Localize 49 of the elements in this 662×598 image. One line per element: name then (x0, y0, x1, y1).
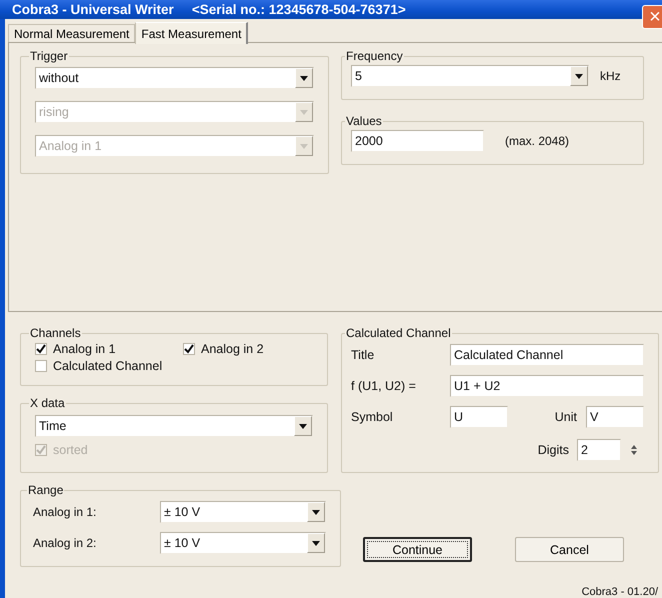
max-hint: (max. 2048) (505, 134, 570, 148)
arrow-button[interactable] (294, 416, 312, 436)
arrow-button[interactable] (570, 66, 588, 86)
field-label: Title (351, 348, 376, 362)
arrow-button[interactable] (307, 533, 325, 553)
version-label: Cobra3 - 01.20/ (582, 586, 658, 598)
arrow-button[interactable] (295, 68, 313, 88)
dropdown[interactable]: ± 10 V (160, 532, 326, 554)
input-field[interactable]: U1 + U2 (450, 375, 644, 397)
group-label: X data (29, 396, 66, 410)
input-field[interactable]: Calculated Channel (450, 344, 644, 366)
field-label: Analog in 2: (33, 536, 98, 550)
checkbox-label: sorted (53, 443, 88, 457)
group-label: Frequency (345, 49, 404, 63)
dropdown[interactable]: Time (35, 415, 313, 437)
dialog-button[interactable]: Continue (363, 537, 472, 562)
field-label: Unit (554, 410, 577, 424)
checkbox-label: Analog in 2 (201, 342, 264, 356)
group-label: Channels (29, 326, 82, 340)
field-label: Symbol (351, 410, 394, 424)
field-label: Analog in 1: (33, 505, 98, 519)
dropdown[interactable]: 5 (351, 65, 589, 87)
input-field[interactable]: U (450, 406, 508, 428)
unit-label: kHz (600, 69, 621, 83)
field-label: Digits (538, 443, 569, 457)
dropdown[interactable]: without (35, 67, 314, 89)
input-field[interactable]: V (586, 406, 644, 428)
input-field[interactable]: 2 (577, 439, 621, 461)
tab[interactable]: Normal Measurement (8, 24, 136, 43)
checkbox[interactable]: Calculated Channel (35, 359, 183, 373)
dialog-button[interactable]: Cancel (515, 537, 624, 562)
input-field[interactable]: 2000 (351, 130, 484, 152)
window-title: Cobra3 - Universal Writer (12, 2, 174, 17)
dropdown[interactable]: ± 10 V (160, 501, 326, 523)
field-label: f (U1, U2) = (351, 379, 417, 393)
checkbox-box[interactable] (35, 343, 47, 355)
checkbox-label: Calculated Channel (53, 359, 162, 373)
group-label: Values (345, 114, 383, 128)
checkbox-box[interactable] (35, 360, 47, 372)
checkbox[interactable]: Analog in 1 (35, 342, 183, 356)
serial-number: <Serial no.: 12345678-504-76371> (192, 2, 406, 17)
group-label: Range (27, 483, 64, 497)
checkbox-label: Analog in 1 (53, 342, 116, 356)
checkbox[interactable]: Analog in 2 (183, 342, 313, 356)
arrow-button[interactable] (307, 502, 325, 522)
group-label: Trigger (29, 49, 69, 63)
tab[interactable]: Fast Measurement (135, 22, 248, 44)
group-label: Calculated Channel (345, 326, 452, 340)
checkbox-box[interactable] (183, 343, 195, 355)
